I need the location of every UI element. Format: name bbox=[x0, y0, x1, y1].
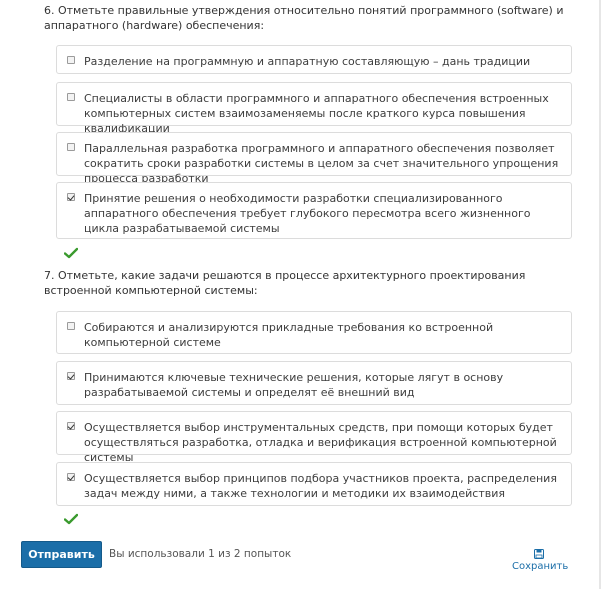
checkbox[interactable] bbox=[67, 143, 75, 151]
q7-option-3[interactable]: Осуществляется выбор инструментальных ср… bbox=[56, 411, 572, 464]
option-label: Осуществляется выбор инструментальных ср… bbox=[84, 421, 557, 464]
option-label: Осуществляется выбор принципов подбора у… bbox=[84, 472, 557, 500]
q6-option-2[interactable]: Специалисты в области программного и апп… bbox=[56, 82, 572, 135]
checkbox[interactable] bbox=[67, 56, 75, 64]
option-label: Параллельная разработка программного и а… bbox=[84, 142, 559, 185]
q6-option-4[interactable]: Принятие решения о необходимости разрабо… bbox=[56, 182, 572, 239]
checkbox[interactable] bbox=[67, 93, 75, 101]
checkbox-checked[interactable] bbox=[67, 193, 75, 201]
q7-option-4[interactable]: Осуществляется выбор принципов подбора у… bbox=[56, 462, 572, 506]
question-6-prompt: 6. Отметьте правильные утверждения относ… bbox=[44, 4, 564, 32]
question-7-prompt: 7. Отметьте, какие задачи решаются в про… bbox=[44, 269, 526, 297]
checkbox-checked[interactable] bbox=[67, 473, 75, 481]
submit-button[interactable]: Отправить bbox=[21, 541, 102, 568]
option-label: Собираются и анализируются прикладные тр… bbox=[84, 321, 494, 349]
checkbox-checked[interactable] bbox=[67, 372, 75, 380]
q6-option-1[interactable]: Разделение на программную и аппаратную с… bbox=[56, 45, 572, 74]
save-label: Сохранить bbox=[512, 561, 569, 572]
checkmark-icon bbox=[64, 247, 78, 259]
save-button[interactable]: Сохранить bbox=[512, 549, 569, 572]
checkbox[interactable] bbox=[67, 322, 75, 330]
option-label: Специалисты в области программного и апп… bbox=[84, 92, 549, 135]
attempts-text: Вы использовали 1 из 2 попыток bbox=[109, 548, 292, 560]
save-icon bbox=[534, 549, 544, 559]
q7-option-1[interactable]: Собираются и анализируются прикладные тр… bbox=[56, 311, 572, 354]
option-label: Принятие решения о необходимости разрабо… bbox=[84, 192, 531, 235]
q7-option-2[interactable]: Принимаются ключевые технические решения… bbox=[56, 361, 572, 405]
checkmark-icon bbox=[64, 513, 78, 525]
checkbox-checked[interactable] bbox=[67, 422, 75, 430]
q6-option-3[interactable]: Параллельная разработка программного и а… bbox=[56, 132, 572, 185]
option-label: Принимаются ключевые технические решения… bbox=[84, 371, 504, 399]
option-label: Разделение на программную и аппаратную с… bbox=[84, 55, 531, 68]
